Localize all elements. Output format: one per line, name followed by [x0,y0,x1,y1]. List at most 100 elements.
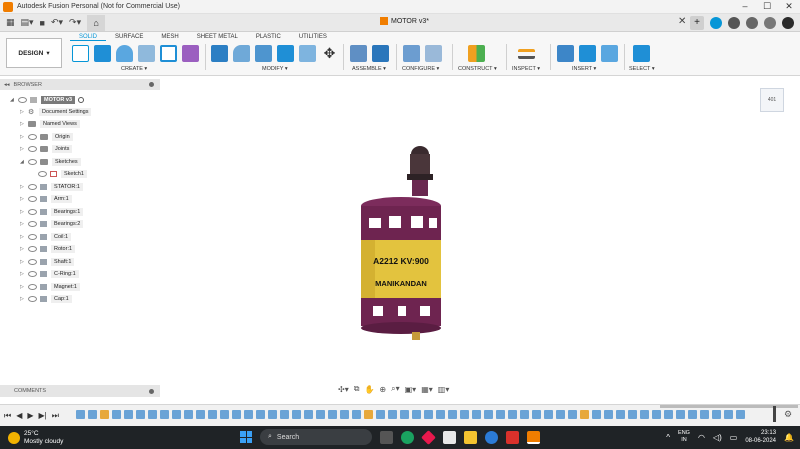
pin-icon[interactable] [149,82,154,87]
go-to-start-icon[interactable]: ⏮ [4,411,11,421]
zoom-icon[interactable]: ⊕ [379,385,386,394]
close-tab-icon[interactable]: ✕ [678,16,686,27]
timeline-feature[interactable] [616,410,625,419]
timeline-feature[interactable] [352,410,361,419]
expand-triangle-icon[interactable]: ▷ [20,259,28,265]
group-construct[interactable]: CONSTRUCT ▾ [458,66,497,72]
fillet-icon[interactable] [233,45,250,62]
expand-triangle-icon[interactable]: ◢ [10,97,18,103]
timeline-feature[interactable] [316,410,325,419]
tree-item-sketches[interactable]: ◢ Sketches [20,156,81,168]
tab-motor-v3[interactable]: MOTOR v3* [380,17,429,25]
timeline-feature[interactable] [304,410,313,419]
tree-item-stator[interactable]: ▷ STATOR:1 [20,181,83,193]
visibility-eye-icon[interactable] [28,296,37,302]
timeline-feature[interactable] [448,410,457,419]
expand-triangle-icon[interactable]: ▷ [20,184,28,190]
timeline-feature[interactable] [676,410,685,419]
step-back-icon[interactable]: ◀ [16,411,22,421]
expand-triangle-icon[interactable]: ▷ [20,271,28,277]
timeline-feature[interactable] [76,410,85,419]
maximize-button[interactable]: ☐ [756,1,778,12]
workspace-switcher[interactable]: DESIGN ▾ [6,38,62,68]
file-menu-icon[interactable]: ▤▾ [21,17,34,28]
viewports-icon[interactable]: ▥▾ [438,385,450,394]
configure-icon[interactable] [403,45,420,62]
timeline-feature[interactable] [544,410,553,419]
visibility-eye-icon[interactable] [28,209,37,215]
visibility-eye-icon[interactable] [38,171,47,177]
play-icon[interactable]: ▶ [27,411,33,421]
timeline-feature[interactable] [376,410,385,419]
save-icon[interactable]: ■ [40,18,45,28]
job-status-icon[interactable] [728,17,740,29]
tree-item-rotor[interactable]: ▷ Rotor:1 [20,243,76,255]
clock[interactable]: 23:13 08-06-2024 [745,429,776,445]
insert-derive-icon[interactable] [557,45,574,62]
hole-icon[interactable] [138,45,155,62]
windows-start-icon[interactable] [240,431,252,443]
active-radio-icon[interactable] [78,97,85,103]
timeline-feature[interactable] [280,410,289,419]
viewcube[interactable]: 401 [760,88,784,112]
offset-plane-icon[interactable] [468,45,485,62]
timeline-feature[interactable] [484,410,493,419]
timeline-feature[interactable] [460,410,469,419]
tree-item-origin[interactable]: ▷ Origin [20,131,73,143]
motor-model[interactable]: A2212 KV:900 MANIKANDAN [340,138,460,348]
timeline-feature[interactable] [124,410,133,419]
insert-image-icon[interactable] [601,45,618,62]
chamfer-icon[interactable] [255,45,272,62]
tree-root[interactable]: ◢ MOTOR v3 [10,94,85,106]
timeline-feature[interactable] [688,410,697,419]
store-icon[interactable] [443,430,456,444]
expand-triangle-icon[interactable]: ▷ [20,209,28,215]
visibility-eye-icon[interactable] [28,284,37,290]
timeline-feature[interactable] [712,410,721,419]
comments-panel[interactable]: COMMENTS [0,385,160,397]
mcafee-icon[interactable] [506,430,519,444]
timeline-feature[interactable] [724,410,733,419]
tree-item-coil[interactable]: ▷ Coil:1 [20,231,72,243]
collapse-icon[interactable]: ◂◂ [4,82,10,88]
chrome-icon[interactable] [401,430,414,444]
expand-triangle-icon[interactable]: ◢ [20,159,28,165]
revolve-icon[interactable] [116,45,133,62]
battery-icon[interactable]: ▭ [730,433,738,442]
timeline-feature[interactable] [628,410,637,419]
timeline-feature[interactable] [364,410,373,419]
timeline-feature[interactable] [412,410,421,419]
notification-bell-icon[interactable]: 🔔 [784,433,794,442]
minimize-button[interactable]: – [734,1,756,12]
file-explorer-icon[interactable] [464,430,477,444]
timeline-feature[interactable] [580,410,589,419]
expand-triangle-icon[interactable]: ▷ [20,296,28,302]
expand-triangle-icon[interactable]: ▷ [20,121,28,127]
create-sketch-icon[interactable] [72,45,89,62]
timeline-feature[interactable] [220,410,229,419]
timeline-feature[interactable] [184,410,193,419]
expand-triangle-icon[interactable]: ▷ [20,246,28,252]
timeline-feature[interactable] [148,410,157,419]
expand-triangle-icon[interactable]: ▷ [20,146,28,152]
tree-item-shaft[interactable]: ▷ Shaft:1 [20,256,75,268]
timeline-marker[interactable] [773,406,776,422]
undo-icon[interactable]: ↶▾ [51,17,63,28]
visibility-eye-icon[interactable] [28,184,37,190]
timeline-feature[interactable] [496,410,505,419]
expand-triangle-icon[interactable]: ▷ [20,109,28,115]
visibility-eye-icon[interactable] [28,196,37,202]
visibility-eye-icon[interactable] [28,221,37,227]
fusion-taskbar-icon[interactable] [527,430,540,444]
shell-icon[interactable] [299,45,316,62]
user-avatar[interactable] [782,17,794,29]
timeline-feature[interactable] [172,410,181,419]
timeline-scrollbar[interactable] [660,405,798,408]
timeline-feature[interactable] [88,410,97,419]
timeline-feature[interactable] [592,410,601,419]
timeline-feature[interactable] [268,410,277,419]
visibility-eye-icon[interactable] [28,134,37,140]
visibility-eye-icon[interactable] [18,97,27,103]
timeline-feature[interactable] [700,410,709,419]
expand-triangle-icon[interactable]: ▷ [20,284,28,290]
